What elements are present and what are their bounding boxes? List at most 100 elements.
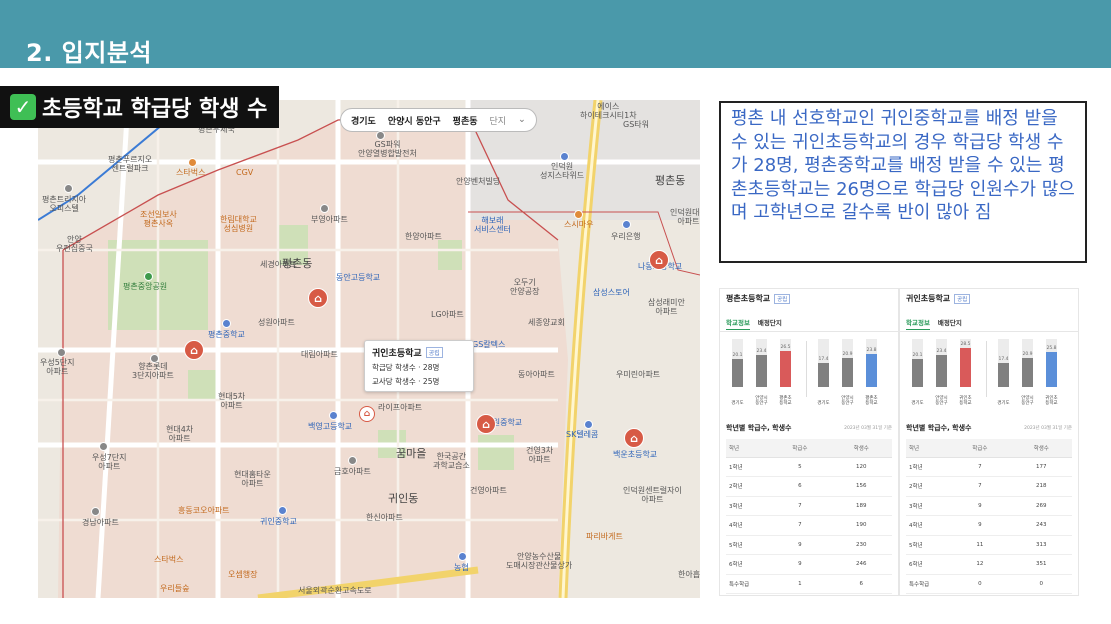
- poi-marker[interactable]: [458, 552, 467, 561]
- table-cell: 2학년: [906, 476, 950, 497]
- map-label: 우성7단지 아파트: [92, 453, 127, 472]
- bar-group-divider: [806, 341, 807, 397]
- table-cell: 6: [769, 476, 831, 497]
- poi-marker[interactable]: [320, 204, 329, 213]
- table-row: 5학년 9 230: [726, 535, 892, 555]
- popup-title: 귀인초등학교 공립: [372, 346, 466, 359]
- map-label: 에이스 하이테크시티1차: [580, 102, 637, 121]
- table-row: 1학년 5 120: [726, 457, 892, 477]
- poi-marker[interactable]: [188, 158, 197, 167]
- map-label: 라이프아파트: [378, 403, 423, 412]
- school-pin[interactable]: ⌂: [624, 428, 644, 448]
- map-label: 꿈마을: [396, 447, 427, 460]
- school-info-popup[interactable]: 귀인초등학교 공립 학급당 학생수 · 28명 교사당 학생수 · 25명: [364, 340, 474, 392]
- bar-group: 17.4 경기도 20.9 안양시 동안구 23.8 평촌초 등학교: [810, 337, 896, 407]
- table-cell: 351: [1010, 554, 1072, 575]
- school-badge: 공립: [954, 293, 971, 304]
- map-label: 안양벤처빌딩: [456, 177, 501, 186]
- map-label: 백영고등학교: [308, 422, 353, 431]
- panel-tabs: 학교정보 배정단지: [906, 317, 962, 330]
- bar: [936, 354, 947, 387]
- poi-marker[interactable]: [144, 272, 153, 281]
- map-label: 스타벅스: [154, 555, 184, 564]
- poi-marker[interactable]: [348, 456, 357, 465]
- table-row: 2학년 6 156: [726, 476, 892, 497]
- selected-school-pin[interactable]: ⌂: [359, 406, 375, 422]
- tab-assigned-complex[interactable]: 배정단지: [758, 317, 782, 330]
- table-cell: 6: [830, 574, 892, 594]
- table-cell: 269: [1010, 496, 1072, 516]
- poi-marker[interactable]: [329, 411, 338, 420]
- column-header: 학급수: [949, 439, 1011, 458]
- breadcrumb-province[interactable]: 경기도: [351, 114, 376, 127]
- map-view[interactable]: 경기도 안양시 동안구 평촌동 단지 ⌄ 에이스 하이테크시티1차 GS타워 평촌…: [38, 100, 700, 598]
- map-label: 한양아파트: [405, 232, 442, 241]
- map-label: 우리은행: [611, 232, 641, 241]
- school-pin[interactable]: ⌂: [184, 340, 204, 360]
- table-cell: 4학년: [726, 515, 770, 536]
- tab-school-info[interactable]: 학교정보: [726, 317, 750, 330]
- poi-marker[interactable]: [622, 220, 631, 229]
- map-label: 우미린아파트: [616, 370, 661, 379]
- map-label: 해보래 서비스센터: [474, 216, 511, 235]
- bar: [998, 363, 1009, 387]
- table-row: 3학년 7 189: [726, 496, 892, 516]
- table-cell: 7: [769, 515, 831, 536]
- table-row: 4학년 9 243: [906, 515, 1072, 536]
- table-title: 학년별 학급수, 학생수: [726, 424, 792, 432]
- poi-marker[interactable]: [64, 184, 73, 193]
- bar: [960, 347, 971, 387]
- school-pin[interactable]: ⌂: [649, 250, 669, 270]
- map-label: 동아아파트: [518, 370, 555, 379]
- section-title: 초등학교 학급당 학생 수: [42, 97, 268, 122]
- check-icon: ✓: [10, 94, 36, 120]
- breadcrumb-complex[interactable]: 단지: [490, 114, 507, 127]
- map-label: 인덕원대우아파트: [670, 208, 700, 227]
- map-label: 향촌롯데 3단지아파트: [132, 362, 174, 381]
- poi-marker[interactable]: [584, 420, 593, 429]
- bar-value-label: 20.1: [912, 353, 923, 359]
- breadcrumb-dong[interactable]: 평촌동: [453, 114, 478, 127]
- divider: [720, 331, 898, 332]
- table-row: 6학년 9 246: [726, 554, 892, 575]
- poi-marker[interactable]: [91, 507, 100, 516]
- map-label: 인덕원센트럴자이 아파트: [623, 486, 682, 505]
- poi-marker[interactable]: [150, 354, 159, 363]
- map-label: 오셈행장: [228, 570, 258, 579]
- table-row: 4학년 7 190: [726, 515, 892, 536]
- table-header-row: 학년 학급수 학생수: [906, 439, 1072, 458]
- poi-marker[interactable]: [560, 152, 569, 161]
- table-cell: 246: [830, 554, 892, 575]
- school-panel-gwiin: 귀인초등학교 공립 학교정보 배정단지 20.1 경기도 23.4 안양시 동안구 28.…: [899, 288, 1079, 596]
- breadcrumb-city[interactable]: 안양시 동안구: [388, 114, 441, 127]
- bar-value-label: 23.4: [756, 348, 767, 354]
- poi-marker[interactable]: [574, 210, 583, 219]
- bar-category-label: 경기도: [817, 401, 830, 407]
- map-label: 한림대학교 성심병원: [220, 215, 257, 234]
- bar: [780, 350, 791, 387]
- map-label: GS타워: [623, 120, 649, 129]
- chevron-down-icon[interactable]: ⌄: [518, 115, 526, 125]
- map-label: 부영아파트: [311, 215, 348, 224]
- column-header: 학생수: [830, 439, 892, 458]
- school-pin[interactable]: ⌂: [308, 288, 328, 308]
- school-pin[interactable]: ⌂: [476, 414, 496, 434]
- map-label: 현대5차 아파트: [218, 392, 246, 411]
- table-cell: 2학년: [726, 476, 770, 497]
- poi-marker[interactable]: [99, 442, 108, 451]
- poi-marker[interactable]: [278, 506, 287, 515]
- map-label: 금호아파트: [334, 467, 371, 476]
- map-label: 안양 우편집중국: [56, 235, 93, 254]
- tab-assigned-complex[interactable]: 배정단지: [938, 317, 962, 330]
- table-cell: 243: [1010, 515, 1072, 536]
- school-badge: 공립: [774, 293, 791, 304]
- table-row: 1학년 7 177: [906, 457, 1072, 477]
- tab-school-info[interactable]: 학교정보: [906, 317, 930, 330]
- map-breadcrumb[interactable]: 경기도 안양시 동안구 평촌동 단지 ⌄: [340, 108, 537, 132]
- poi-marker[interactable]: [376, 131, 385, 140]
- poi-marker[interactable]: [57, 348, 66, 357]
- map-label: 경남아파트: [82, 518, 119, 527]
- bar-value-label: 20.9: [1022, 352, 1033, 358]
- poi-marker[interactable]: [222, 319, 231, 328]
- map-label: 서울외곽순환고속도로: [298, 586, 372, 595]
